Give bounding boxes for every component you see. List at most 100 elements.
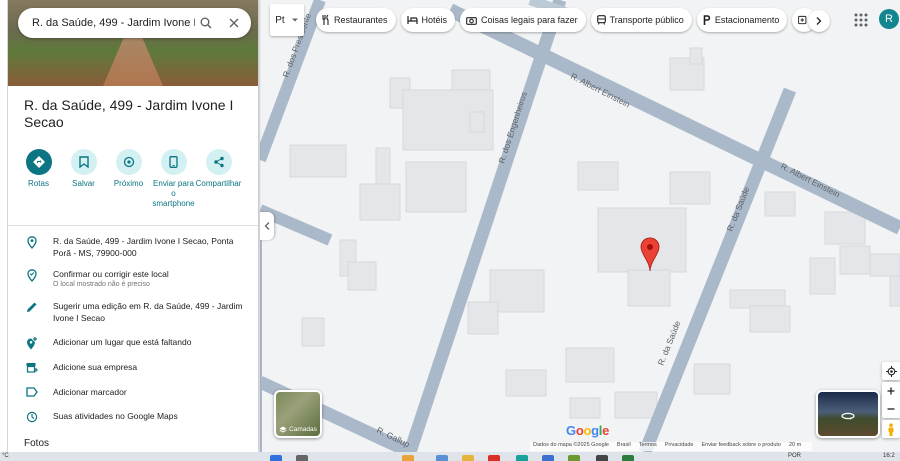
- label-icon: [26, 387, 38, 397]
- confirm-location-subtext: O local mostrado não é preciso: [53, 281, 150, 288]
- region-link[interactable]: Brasil: [617, 442, 631, 451]
- chip-parking[interactable]: Estacionamento: [696, 8, 788, 32]
- add-business-text: Adicione sua empresa: [53, 362, 138, 372]
- hotel-icon: [406, 16, 418, 24]
- zoom-controls: [882, 382, 900, 418]
- confirm-location-icon: [27, 269, 37, 282]
- add-label-row[interactable]: Adicionar marcador: [24, 386, 252, 402]
- action-bar: Rotas Salvar Próximo Enviar para o smart…: [16, 149, 256, 209]
- search-box[interactable]: R. da Saúde, 499 - Jardim Ivone I Se: [18, 8, 251, 38]
- add-business-row[interactable]: Adicione sua empresa: [24, 361, 252, 377]
- location-pin-icon: [27, 236, 37, 249]
- taskbar-app-icon[interactable]: [596, 455, 608, 461]
- crosshair-icon: [885, 365, 897, 377]
- clock[interactable]: 16:2: [883, 453, 895, 459]
- privacy-link[interactable]: Privacidade: [665, 442, 694, 451]
- taskbar-app-icon[interactable]: [568, 455, 580, 461]
- action-label: Compartilhar: [195, 179, 242, 188]
- action-label: Próximo: [113, 179, 144, 188]
- add-label-text: Adicionar marcador: [53, 387, 127, 397]
- weather-text: °C: [2, 453, 9, 459]
- my-location-button[interactable]: [882, 362, 900, 380]
- send-to-phone-button[interactable]: Enviar para o smartphone: [151, 149, 196, 209]
- nearby-button[interactable]: Próximo: [106, 149, 151, 209]
- pharmacy-icon: [798, 15, 807, 25]
- feedback-link[interactable]: Enviar feedback sobre o produto: [701, 442, 781, 451]
- search-input[interactable]: R. da Saúde, 499 - Jardim Ivone I Se: [32, 17, 195, 29]
- pencil-icon: [27, 302, 37, 312]
- chip-label: Coisas legais para fazer: [481, 15, 578, 25]
- avatar[interactable]: R: [879, 9, 899, 29]
- chip-label: Transporte público: [609, 15, 684, 25]
- confirm-location-row[interactable]: Confirmar ou corrigir este local O local…: [24, 268, 252, 289]
- language-indicator[interactable]: POR: [788, 453, 801, 459]
- close-button[interactable]: [223, 12, 245, 34]
- add-missing-place-row[interactable]: Adicionar um lugar que está faltando: [24, 336, 252, 352]
- chip-label: Restaurantes: [334, 15, 388, 25]
- confirm-location-text: Confirmar ou corrigir este local: [53, 269, 169, 279]
- save-button[interactable]: Salvar: [61, 149, 106, 209]
- chips-next-button[interactable]: [808, 10, 830, 32]
- category-chips: Restaurantes Hotéis Coisas legais para f…: [316, 8, 821, 36]
- street-view-thumbnail[interactable]: [816, 390, 880, 438]
- street-view-pegman[interactable]: [882, 420, 900, 438]
- activity-row[interactable]: Suas atividades no Google Maps: [24, 410, 252, 426]
- transit-icon: [596, 15, 606, 25]
- place-title: R. da Saúde, 499 - Jardim Ivone I Secao: [24, 97, 234, 130]
- phone-icon: [169, 156, 178, 168]
- layers-icon: [279, 426, 287, 433]
- transit-layer-selector[interactable]: Pt: [270, 4, 304, 36]
- terms-link[interactable]: Termos: [639, 442, 657, 451]
- address-row[interactable]: R. da Saúde, 499 - Jardim Ivone I Secao,…: [24, 235, 252, 259]
- transit-layer-label: Pt: [275, 14, 285, 26]
- chrome-icon[interactable]: [488, 455, 500, 461]
- share-button[interactable]: Compartilhar: [196, 149, 241, 209]
- search-button[interactable]: [195, 12, 217, 34]
- suggest-edit-row[interactable]: Sugerir uma edição em R. da Saúde, 499 -…: [24, 300, 252, 324]
- action-label: Rotas: [28, 179, 49, 188]
- taskbar-app-icon[interactable]: [622, 455, 634, 461]
- apps-grid-icon[interactable]: [853, 12, 869, 28]
- activity-text: Suas atividades no Google Maps: [53, 411, 178, 421]
- directions-button[interactable]: Rotas: [16, 149, 61, 209]
- photos-heading: Fotos: [24, 438, 50, 449]
- search-taskbar-icon[interactable]: [296, 455, 308, 461]
- history-icon: [26, 411, 38, 423]
- layers-label: Camadas: [289, 426, 317, 433]
- business-icon: [26, 363, 38, 373]
- plus-icon: [887, 387, 895, 395]
- restaurant-icon: [322, 15, 329, 25]
- add-place-icon: [27, 337, 37, 350]
- chip-things-to-do[interactable]: Coisas legais para fazer: [460, 8, 586, 32]
- zoom-in-button[interactable]: [882, 382, 900, 400]
- close-icon: [229, 18, 239, 28]
- add-missing-place-text: Adicionar um lugar que está faltando: [53, 337, 192, 347]
- chevron-left-icon: [264, 222, 270, 230]
- search-icon: [200, 17, 212, 29]
- layers-button[interactable]: Camadas: [274, 390, 322, 438]
- action-label: Enviar para o smartphone: [152, 179, 195, 208]
- directions-icon: [32, 156, 45, 168]
- suggest-edit-text: Sugerir uma edição em R. da Saúde, 499 -…: [53, 301, 243, 323]
- scale-label[interactable]: 20 m: [789, 442, 801, 451]
- windows-start-icon[interactable]: [270, 455, 282, 461]
- rotate-360-icon: [841, 412, 855, 420]
- collapse-panel-button[interactable]: [260, 212, 274, 240]
- chip-restaurants[interactable]: Restaurantes: [316, 8, 396, 32]
- chevron-down-icon: [291, 18, 298, 22]
- pegman-icon: [888, 422, 894, 436]
- left-rail: [0, 0, 8, 452]
- bookmark-icon: [78, 156, 89, 168]
- taskbar-app-icon[interactable]: [542, 455, 554, 461]
- chip-transit[interactable]: Transporte público: [590, 8, 692, 32]
- map-canvas[interactable]: R. dos Presidente R. Albert Einstein R. …: [260, 0, 900, 452]
- taskbar-app-icon[interactable]: [516, 455, 528, 461]
- place-panel: R. da Saúde, 499 - Jardim Ivone I Secao …: [8, 0, 258, 452]
- zoom-out-button[interactable]: [882, 400, 900, 418]
- chip-label: Hotéis: [421, 15, 448, 25]
- file-explorer-icon[interactable]: [402, 455, 414, 461]
- folder-icon[interactable]: [462, 455, 474, 461]
- chip-hotels[interactable]: Hotéis: [400, 8, 456, 32]
- map-data-credit: Dados do mapa ©2025 Google: [533, 442, 609, 448]
- taskbar-app-icon[interactable]: [436, 455, 448, 461]
